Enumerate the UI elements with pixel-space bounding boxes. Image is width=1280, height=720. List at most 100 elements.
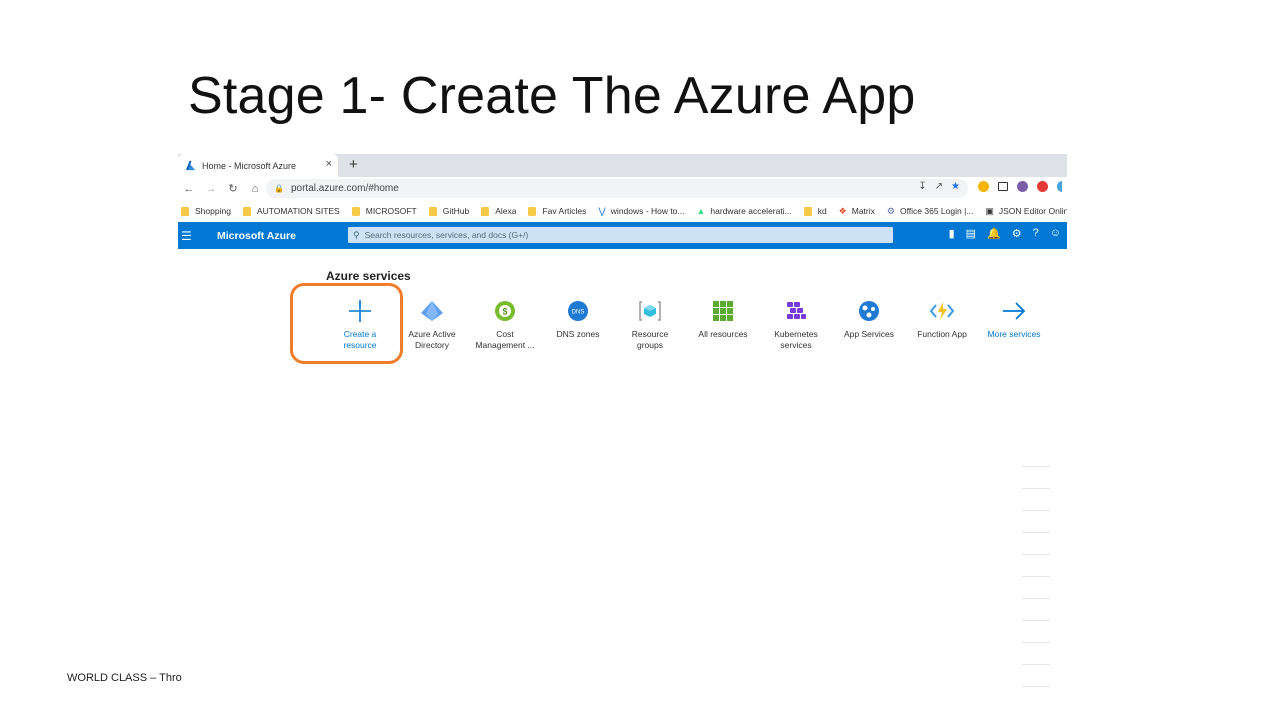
- decorative-lines: [1022, 466, 1050, 708]
- bookmark-label: Fav Articles: [542, 206, 587, 216]
- folder-icon: [181, 206, 189, 216]
- bookmark-item[interactable]: MICROSOFT: [351, 206, 417, 216]
- page-icon: ⋁: [598, 205, 606, 216]
- bookmark-item[interactable]: AUTOMATION SITES: [242, 206, 340, 216]
- bookmark-label: Matrix: [851, 206, 875, 216]
- service-tile[interactable]: Kubernetes services: [761, 298, 831, 351]
- extension-edge-icon[interactable]: [1057, 181, 1062, 192]
- resource-groups-icon: [615, 298, 685, 323]
- install-icon[interactable]: ↧: [918, 181, 926, 192]
- new-tab-button[interactable]: +: [349, 156, 358, 173]
- folder-icon: [428, 206, 437, 216]
- svg-text:$: $: [502, 306, 507, 316]
- service-label-line2: Directory: [414, 340, 449, 350]
- bookmark-item[interactable]: ⚙ Office 365 Login |...: [887, 206, 973, 217]
- home-icon[interactable]: ⌂: [244, 183, 266, 195]
- extension-profile-icon[interactable]: [1017, 181, 1028, 192]
- service-label: DNS zones: [556, 329, 600, 339]
- service-label-line2: services: [780, 340, 812, 350]
- azure-brand[interactable]: Microsoft Azure: [217, 230, 296, 242]
- tab-home-azure[interactable]: Home - Microsoft Azure ×: [178, 154, 338, 177]
- service-tile[interactable]: Function App: [907, 298, 977, 340]
- service-label: Resource: [631, 329, 669, 339]
- bookmark-label: Office 365 Login |...: [899, 206, 974, 216]
- reload-icon[interactable]: ↻: [222, 182, 244, 195]
- service-tile[interactable]: More services: [979, 298, 1049, 340]
- bookmark-item[interactable]: Shopping: [181, 206, 231, 216]
- extension-record-icon[interactable]: [1037, 181, 1048, 192]
- service-tile[interactable]: $ Cost Management ...: [470, 298, 540, 351]
- android-icon: ▲: [696, 206, 706, 216]
- bookmark-item[interactable]: GitHub: [428, 206, 470, 216]
- search-placeholder: Search resources, services, and docs (G+…: [364, 230, 529, 240]
- bookmark-label: kd: [817, 206, 827, 216]
- dns-icon: DNS: [543, 298, 613, 323]
- json-icon: ▣: [985, 205, 994, 216]
- azure-search-input[interactable]: ⚲ Search resources, services, and docs (…: [348, 227, 893, 243]
- tab-strip: Home - Microsoft Azure × +: [178, 154, 1067, 177]
- bookmark-item[interactable]: ❖ Matrix: [839, 206, 875, 217]
- bookmark-item[interactable]: Fav Articles: [528, 206, 586, 216]
- service-label: Function App: [917, 329, 967, 339]
- service-tile[interactable]: All resources: [688, 298, 758, 340]
- service-label-line2: Management ...: [475, 340, 535, 350]
- url-text: portal.azure.com/#home: [290, 183, 399, 194]
- service-tile[interactable]: Azure Active Directory: [397, 298, 467, 351]
- azure-top-bar: ☰ Microsoft Azure ⚲ Search resources, se…: [178, 222, 1067, 249]
- folder-icon: [528, 206, 537, 216]
- close-tab-icon[interactable]: ×: [326, 158, 332, 170]
- arrow-right-icon: [979, 298, 1049, 323]
- service-label: Kubernetes: [774, 329, 818, 339]
- globe-icon: [834, 298, 904, 323]
- slide-footer: WORLD CLASS – Thro: [67, 672, 182, 684]
- cloud-shell-icon[interactable]: ▮: [949, 227, 955, 240]
- star-icon[interactable]: ★: [951, 181, 960, 192]
- service-tile[interactable]: Resource groups: [615, 298, 685, 351]
- bookmark-item[interactable]: Alexa: [481, 206, 516, 216]
- matrix-icon: ❖: [838, 205, 847, 216]
- grid-icon: [688, 298, 758, 323]
- bookmark-label: hardware accelerati...: [710, 206, 792, 216]
- service-tile[interactable]: App Services: [834, 298, 904, 340]
- bookmark-label: JSON Editor Online: [998, 206, 1067, 216]
- back-arrow-icon[interactable]: ←: [178, 183, 200, 195]
- kubernetes-icon: [761, 298, 831, 323]
- svg-text:DNS: DNS: [572, 309, 585, 315]
- service-label: Azure Active: [408, 329, 456, 339]
- extension-gauge-icon[interactable]: [978, 181, 989, 192]
- forward-arrow-icon[interactable]: →: [200, 183, 222, 195]
- bookmark-label: GitHub: [442, 206, 470, 216]
- bookmark-item[interactable]: ▣ JSON Editor Online: [985, 206, 1067, 217]
- gear-icon: ⚙: [886, 205, 895, 216]
- settings-gear-icon[interactable]: ⚙: [1012, 227, 1022, 240]
- share-icon[interactable]: ↗: [935, 181, 943, 192]
- aad-icon: [397, 298, 467, 323]
- slide-title: Stage 1- Create The Azure App: [188, 67, 916, 125]
- nav-bar: ← → ↻ ⌂ 🔒 portal.azure.com/#home ↧ ↗ ★: [178, 177, 1067, 200]
- bookmark-label: MICROSOFT: [365, 206, 417, 216]
- azure-logo-icon: [185, 160, 196, 171]
- help-icon[interactable]: ?: [1033, 227, 1039, 240]
- notifications-bell-icon[interactable]: 🔔: [987, 227, 1001, 240]
- bookmark-label: Shopping: [195, 206, 231, 216]
- bookmark-label: AUTOMATION SITES: [256, 206, 340, 216]
- service-label: All resources: [698, 329, 748, 339]
- service-tile[interactable]: DNS DNS zones: [543, 298, 613, 340]
- tab-title: Home - Microsoft Azure: [202, 160, 297, 171]
- cost-icon: $: [470, 298, 540, 323]
- bookmark-item[interactable]: ⋁ windows - How to...: [598, 206, 684, 217]
- extension-window-icon[interactable]: [998, 182, 1008, 191]
- bolt-icon: [907, 298, 977, 323]
- bookmark-item[interactable]: kd: [803, 206, 827, 216]
- bookmark-item[interactable]: ▲ hardware accelerati...: [697, 206, 792, 216]
- azure-services-heading: Azure services: [326, 269, 411, 283]
- bookmark-label: Alexa: [495, 206, 517, 216]
- service-label: Cost: [496, 329, 514, 339]
- folder-icon: [242, 206, 251, 216]
- feedback-icon[interactable]: ☺: [1050, 227, 1061, 240]
- lock-icon: 🔒: [274, 184, 284, 193]
- hamburger-menu-icon[interactable]: ☰: [181, 229, 195, 243]
- address-bar[interactable]: 🔒 portal.azure.com/#home ↧ ↗ ★: [266, 179, 968, 198]
- bookmarks-bar: Shopping AUTOMATION SITES MICROSOFT GitHub A…: [178, 200, 1067, 222]
- directory-filter-icon[interactable]: ▤: [966, 227, 976, 240]
